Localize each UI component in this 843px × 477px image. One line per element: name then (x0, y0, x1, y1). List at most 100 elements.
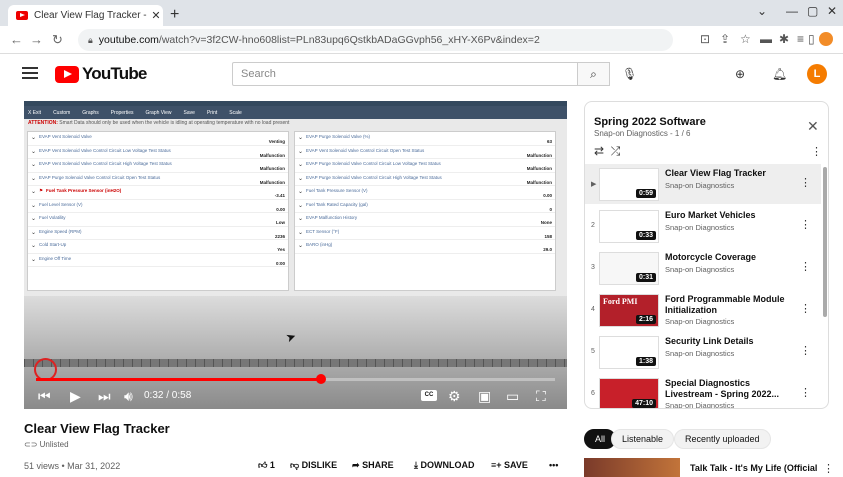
minimize-button[interactable]: — (786, 4, 798, 18)
notifications-bell-icon[interactable]: 🔔︎ (772, 67, 787, 81)
recommendation-thumbnail[interactable] (584, 458, 680, 477)
video-player[interactable]: X Exit Custom Graphs Properties Graph View Sa… (24, 101, 567, 409)
playlist-item-thumbnail: Ford PMI 2:16 (599, 294, 659, 327)
playlist-item-index: 3 (591, 264, 595, 271)
thumbs-down-icon: 👎︎ (290, 460, 300, 470)
playlist-item-thumbnail: 47:10 (599, 378, 659, 408)
parameter-value: Malfunction (259, 179, 285, 185)
close-window-button[interactable]: ✕ (827, 4, 837, 18)
url-field[interactable]: 🔒︎ youtube.com /watch?v=3f2CW-hno608list… (78, 29, 673, 51)
data-row: ⌄ EVAP Purge Solenoid Valve Control Circu… (295, 159, 555, 173)
new-tab-button[interactable]: + (170, 6, 179, 24)
playlist-item-index: 4 (591, 306, 595, 313)
reload-icon[interactable]: ↻ (52, 32, 63, 48)
chevron-down-icon: ⌄ (298, 202, 304, 209)
browser-profile-icon[interactable] (819, 32, 833, 46)
back-icon[interactable]: ← (10, 32, 23, 47)
chevron-down-icon: ⌄ (298, 135, 304, 141)
loop-icon[interactable]: ⇄ (594, 144, 604, 158)
parameter-name: Fuel Tank Pressure Sensor (V) (306, 188, 368, 193)
close-tab-icon[interactable]: ✕ (149, 9, 163, 22)
previous-icon[interactable]: ⏮ (38, 388, 51, 405)
playlist-item-more-icon[interactable]: ⋮ (800, 260, 811, 273)
theater-mode-icon[interactable]: ▭ (506, 388, 519, 405)
playlist-item-more-icon[interactable]: ⋮ (800, 344, 811, 357)
captions-button[interactable]: CC (421, 390, 437, 401)
playlist-item[interactable]: ▶ 0:59 Clear View Flag Tracker Snap-on Diag… (585, 164, 821, 204)
play-icon[interactable]: ▶ (70, 388, 81, 405)
create-video-icon[interactable]: ⊕ (735, 67, 745, 81)
playlist-item[interactable]: 6 47:10 Special Diagnostics Livestream - S… (585, 374, 821, 408)
parameter-value: 29.0 (543, 247, 552, 252)
chevron-down-icon: ⌄ (298, 216, 304, 222)
playlist-item-index: 5 (591, 348, 595, 355)
chevron-down-icon: ⌄ (298, 243, 304, 249)
like-button[interactable]: 👍︎ 1 (258, 460, 275, 471)
share-icon[interactable]: ⇪ (720, 32, 730, 46)
data-row: ⌄ Fuel Volatility Low (28, 213, 288, 227)
shuffle-icon[interactable]: ⤮ (611, 144, 621, 158)
playlist-item-duration: 0:33 (635, 231, 656, 240)
tab-search-icon[interactable]: ⌄ (757, 4, 767, 18)
search-input[interactable]: Search (232, 62, 578, 86)
volume-icon[interactable]: 🔊︎ (124, 388, 133, 405)
download-button[interactable]: ⤓ DOWNLOAD (414, 460, 475, 471)
playlist-item[interactable]: 4 Ford PMI 2:16 Ford Programmable Module In… (585, 290, 821, 330)
playlist-item-duration: 2:16 (635, 315, 656, 324)
video-title: Clear View Flag Tracker (24, 421, 170, 436)
bookmark-star-icon[interactable]: ☆ (740, 32, 751, 46)
parameter-name: Fuel Level Sensor (V) (39, 201, 83, 207)
browser-tab[interactable]: Clear View Flag Tracker - YouTub ✕ (8, 5, 163, 26)
playlist-item[interactable]: 3 0:31 Motorcycle Coverage Snap-on Diagnost… (585, 248, 821, 288)
side-panel-icon[interactable]: ▯ (808, 32, 815, 46)
playlist-item-title: Special Diagnostics Livestream - Spring … (665, 378, 780, 399)
more-actions-button[interactable]: ••• (549, 460, 558, 470)
menu-icon[interactable] (22, 67, 38, 79)
playlist-item-thumbnail: 0:31 (599, 252, 659, 285)
playlist-item-title: Security Link Details (665, 336, 754, 346)
parameter-name: EVAP Vent Solenoid Valve Control Circuit… (306, 147, 425, 153)
playlist-title[interactable]: Spring 2022 Software (594, 116, 706, 128)
share-button[interactable]: ➦ SHARE (352, 460, 394, 471)
google-lens-icon[interactable]: ⊡ (700, 32, 710, 46)
youtube-logo[interactable]: YouTube (55, 64, 147, 84)
data-row: ⌄ ⚑ Fuel Tank Pressure Sensor (inH2O) -3.41 (28, 186, 288, 200)
playlist-item-more-icon[interactable]: ⋮ (800, 302, 811, 315)
avatar[interactable]: L (807, 64, 827, 84)
chevron-down-icon: ⌄ (31, 162, 37, 168)
extension-icon[interactable]: ▬ (760, 32, 772, 46)
playlist-scrollbar[interactable] (823, 167, 827, 317)
search-button[interactable]: ⌕ (578, 62, 610, 86)
recommendation-more-icon[interactable]: ⋮ (823, 462, 834, 475)
settings-gear-icon[interactable]: ⚙ (448, 388, 461, 405)
playlist-item-more-icon[interactable]: ⋮ (800, 218, 811, 231)
playlist-item-index: ▶ (591, 181, 597, 188)
miniplayer-icon[interactable]: ▣ (478, 388, 491, 405)
playlist-item-more-icon[interactable]: ⋮ (800, 386, 811, 399)
chip-listenable[interactable]: Listenable (611, 429, 675, 449)
playlist-item-more-icon[interactable]: ⋮ (800, 176, 811, 189)
recommendation-title[interactable]: Talk Talk - It's My Life (Official (690, 463, 817, 473)
video-meta: 51 views • Mar 31, 2022 (24, 461, 121, 471)
maximize-button[interactable]: ▢ (807, 4, 818, 18)
playlist-item[interactable]: 2 0:33 Euro Market Vehicles Snap-on Diagnos… (585, 206, 821, 246)
thumbs-up-icon: 👍︎ (258, 460, 268, 470)
youtube-play-logo-icon (55, 65, 79, 83)
chevron-down-icon: ⌄ (31, 175, 37, 182)
playlist-item-title: Ford Programmable Module Initialization (665, 294, 785, 315)
parameter-name: BARO (inHg) (306, 242, 333, 247)
dislike-button[interactable]: 👎︎ DISLIKE (290, 460, 337, 471)
forward-icon[interactable]: → (30, 32, 43, 47)
playlist-more-icon[interactable]: ⋮ (811, 145, 822, 158)
reading-list-icon[interactable]: ≡ (797, 32, 804, 46)
microphone-icon[interactable]: 🎙︎ (622, 67, 637, 81)
playlist-item[interactable]: 5 1:38 Security Link Details Snap-on Diagno… (585, 332, 821, 372)
parameter-name: ECT Sensor (°F) (306, 228, 340, 234)
screen-toolbar-item: Scale (229, 109, 242, 116)
save-button[interactable]: ≡+ SAVE (491, 460, 528, 470)
close-playlist-icon[interactable]: ✕ (807, 118, 819, 135)
puzzle-icon[interactable]: ✱ (779, 32, 789, 46)
next-icon[interactable]: ⏭ (98, 388, 111, 405)
chip-recently-uploaded[interactable]: Recently uploaded (674, 429, 771, 449)
fullscreen-icon[interactable]: ⛶ (536, 388, 546, 405)
